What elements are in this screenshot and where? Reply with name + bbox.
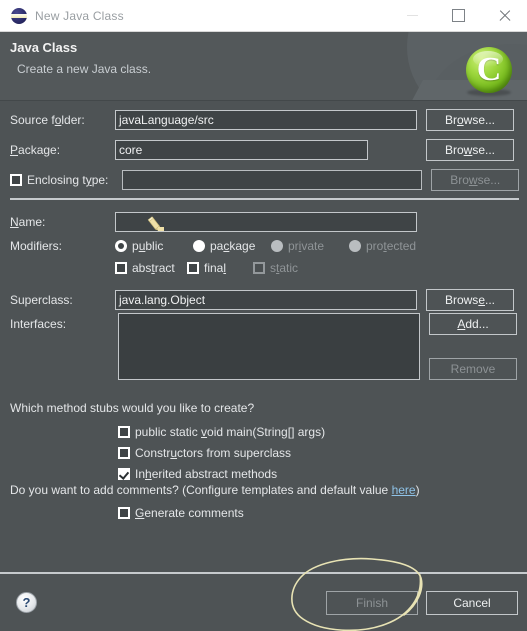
close-icon: [498, 9, 511, 22]
package-label: Package:: [10, 143, 61, 157]
stub-option-main: public static void main(String[] args): [118, 421, 519, 443]
window-titlebar: New Java Class: [0, 0, 527, 32]
generate-comments-row: Generate comments: [118, 502, 519, 524]
window-controls: [389, 0, 527, 31]
maximize-button[interactable]: [435, 0, 481, 31]
modifier-checkbox-label: static: [270, 261, 299, 275]
modifiers-label: Modifiers:: [10, 239, 63, 253]
enclosing-type-input[interactable]: [122, 170, 423, 190]
eclipse-icon: [11, 7, 27, 24]
stub-option-inherited: Inherited abstract methods: [118, 463, 519, 485]
enclosing-type-label: Enclosing type:: [27, 173, 109, 187]
wizard-form: Source folder: javaLanguage/src Br o wse..…: [0, 101, 527, 572]
radio-indicator: [271, 240, 283, 252]
interfaces-label-wrap: Interfaces:: [10, 315, 66, 333]
modifier-checkbox-static: static: [253, 261, 298, 275]
modifier-flags-row: abstract final static: [10, 257, 519, 279]
checkbox-indicator: [118, 426, 130, 438]
checkbox-indicator: [187, 262, 199, 274]
superclass-browse-button[interactable]: Brows e...: [426, 289, 514, 311]
window-title: New Java Class: [35, 8, 124, 23]
checkbox-indicator: [115, 262, 127, 274]
interfaces-listbox[interactable]: [118, 313, 420, 380]
pencil-cursor-icon: [144, 214, 170, 231]
page-description: Create a new Java class.: [17, 62, 152, 76]
radio-indicator: [115, 240, 127, 252]
radio-indicator: [193, 240, 205, 252]
enclosing-type-row: Enclosing type: Bro w se...: [10, 169, 519, 191]
source-folder-row: Source folder: javaLanguage/src Br o wse..…: [10, 109, 519, 131]
stub-checkbox-label: Inherited abstract methods: [135, 467, 278, 481]
comments-question: Do you want to add comments? (Configure …: [10, 483, 420, 497]
configure-templates-link[interactable]: here: [392, 483, 416, 497]
name-input[interactable]: [115, 212, 417, 232]
method-stubs-question: Which method stubs would you like to cre…: [10, 401, 255, 415]
interfaces-add-button[interactable]: Add...: [429, 313, 517, 335]
generate-comments-checkbox[interactable]: Generate comments: [118, 506, 244, 520]
checkbox-indicator: [253, 262, 265, 274]
java-class-wizard-icon: C: [463, 45, 515, 97]
package-input[interactable]: core: [115, 140, 368, 160]
interfaces-remove-button: Remove: [429, 358, 517, 380]
finish-button: Finish: [326, 591, 418, 615]
modifier-radio-label: public: [132, 239, 164, 253]
name-label: Name:: [10, 215, 46, 229]
checkbox-indicator: [118, 447, 130, 459]
modifier-checkbox-label: final: [204, 261, 227, 275]
modifier-radio-package[interactable]: package: [193, 239, 271, 253]
name-row: Name:: [10, 211, 519, 233]
maximize-icon: [451, 9, 465, 22]
source-folder-label: Source folder:: [10, 113, 85, 127]
modifier-checkbox-label: abstract: [132, 261, 175, 275]
page-title: Java Class: [10, 40, 78, 55]
superclass-label: Superclass:: [10, 293, 73, 307]
source-folder-input[interactable]: javaLanguage/src: [115, 110, 417, 130]
stub-checkbox-constructors[interactable]: Constructors from superclass: [118, 446, 291, 460]
source-folder-browse-button[interactable]: Br o wse...: [426, 109, 514, 131]
interfaces-label: Interfaces:: [10, 317, 67, 331]
radio-indicator: [349, 240, 361, 252]
close-button[interactable]: [481, 0, 527, 31]
package-row: Package: core Bro w se...: [10, 139, 519, 161]
minimize-button[interactable]: [389, 0, 435, 31]
superclass-row: Superclass: java.lang.Object Brows e...: [10, 289, 519, 311]
checkbox-indicator: [118, 507, 130, 519]
package-browse-button[interactable]: Bro w se...: [426, 139, 514, 161]
new-java-class-dialog: New Java Class Java Class Create a new J…: [0, 0, 527, 631]
modifier-checkbox-abstract[interactable]: abstract: [115, 261, 187, 275]
stub-checkbox-label: public static void main(String[] args): [135, 425, 326, 439]
modifier-radio-label: package: [210, 239, 256, 253]
stub-option-constructors: Constructors from superclass: [118, 442, 519, 464]
modifier-radio-label: private: [288, 239, 325, 253]
superclass-input[interactable]: java.lang.Object: [115, 290, 417, 310]
modifier-radio-private: private: [271, 239, 349, 253]
stub-checkbox-label: Constructors from superclass: [135, 446, 292, 460]
cancel-button[interactable]: Cancel: [426, 591, 518, 615]
minimize-icon: [406, 15, 418, 16]
modifiers-row: Modifiers: public package private protec…: [10, 235, 519, 257]
dialog-footer: ? Finish Cancel: [0, 572, 527, 631]
stub-checkbox-main[interactable]: public static void main(String[] args): [118, 425, 325, 439]
modifier-radio-protected: protected: [349, 239, 416, 253]
enclosing-type-browse-button: Bro w se...: [431, 169, 519, 191]
wizard-header-banner: Java Class Create a new Java class. C: [0, 32, 527, 101]
stub-checkbox-inherited[interactable]: Inherited abstract methods: [118, 467, 277, 481]
modifier-checkbox-final[interactable]: final: [187, 261, 253, 275]
help-icon[interactable]: ?: [16, 592, 37, 613]
modifier-radio-label: protected: [366, 239, 417, 253]
modifier-radio-public[interactable]: public: [115, 239, 193, 253]
checkbox-indicator: [118, 468, 130, 480]
form-separator: [10, 198, 519, 200]
generate-comments-label: Generate comments: [135, 506, 244, 520]
enclosing-type-checkbox[interactable]: [10, 174, 22, 186]
